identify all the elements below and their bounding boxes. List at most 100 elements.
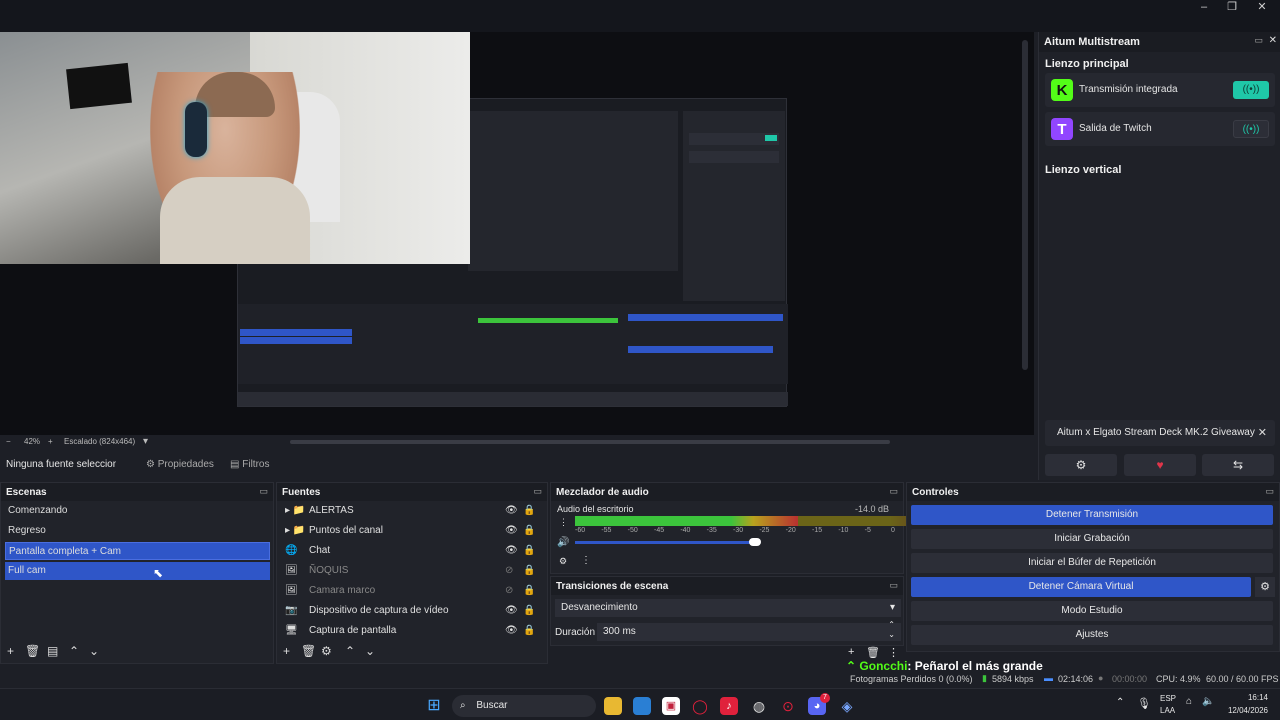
expand-icon[interactable]: ▸ 📁	[285, 521, 305, 541]
lock-icon[interactable]: 🔒	[523, 521, 535, 541]
stop-stream-button[interactable]: Detener Transmisión	[911, 505, 1273, 525]
language-top[interactable]: ESP	[1160, 694, 1176, 703]
more-icon[interactable]: ⋮	[581, 555, 591, 566]
lock-icon[interactable]: 🔒	[523, 561, 535, 581]
scale-dropdown-icon[interactable]: ▾	[143, 436, 148, 447]
close-button[interactable]: ✕	[1246, 0, 1278, 14]
stop-virtual-camera-button[interactable]: Detener Cámara Virtual	[911, 577, 1251, 597]
chevron-up-icon[interactable]: ⌃	[1116, 697, 1124, 708]
eye-hidden-icon[interactable]: ⊘	[505, 581, 513, 601]
promo-close-button[interactable]: ✕	[1258, 426, 1267, 439]
settings-button[interactable]: Ajustes	[911, 625, 1273, 645]
gear-icon[interactable]: ⚙	[559, 556, 567, 567]
scene-item-selected[interactable]: Full cam	[5, 562, 270, 580]
app-icon[interactable]: ◈	[838, 697, 856, 715]
clock-time[interactable]: 16:14	[1220, 693, 1268, 702]
trash-icon[interactable]: 🗑	[301, 644, 316, 658]
lock-icon[interactable]: 🔒	[523, 541, 535, 561]
eye-icon[interactable]: 👁	[505, 501, 518, 521]
eye-hidden-icon[interactable]: ⊘	[505, 561, 513, 581]
scene-item[interactable]: Pantalla completa + Cam	[5, 542, 270, 560]
source-row[interactable]: 🌐 Chat 👁 🔒	[281, 541, 543, 561]
preview-vertical-scrollbar[interactable]	[1022, 40, 1028, 370]
eye-icon[interactable]: 👁	[505, 521, 518, 541]
source-row[interactable]: ▸ 📁 Puntos del canal 👁 🔒	[281, 521, 543, 541]
move-down-icon[interactable]: ⌄	[89, 644, 99, 658]
undock-icon[interactable]: ▭	[1254, 35, 1263, 46]
filter-icon[interactable]: ▤	[47, 644, 58, 658]
lock-icon[interactable]: 🔒	[523, 501, 535, 521]
maximize-button[interactable]: ❐	[1216, 0, 1248, 14]
spin-icon[interactable]: ⌃ ⌄	[888, 620, 895, 640]
add-icon[interactable]: +	[7, 644, 14, 658]
volume-icon[interactable]: 🔈	[1202, 696, 1214, 707]
start-replay-buffer-button[interactable]: Iniciar el Búfer de Repetición	[911, 553, 1273, 573]
properties-button[interactable]: ⚙ Propiedades	[146, 455, 220, 475]
source-row[interactable]: ▸ 📁 ALERTAS 👁 🔒	[281, 501, 543, 521]
photos-icon[interactable]	[633, 697, 651, 715]
obs-icon[interactable]: ◍	[750, 697, 768, 715]
heart-button[interactable]: ♥	[1124, 454, 1196, 476]
trash-icon[interactable]: 🗑	[25, 644, 40, 658]
volume-slider-track[interactable]	[575, 541, 755, 544]
filters-button[interactable]: ▤ Filtros	[230, 455, 280, 475]
tiktok-icon[interactable]: ♪	[720, 697, 738, 715]
speaker-icon[interactable]: 🔊	[557, 537, 569, 548]
source-row[interactable]: 📷 Dispositivo de captura de vídeo 👁 🔒	[281, 601, 543, 621]
move-up-icon[interactable]: ⌃	[69, 644, 79, 658]
microphone-icon[interactable]: 🎙	[1137, 697, 1151, 710]
move-up-icon[interactable]: ⌃	[345, 644, 355, 658]
horizontal-scrollbar[interactable]	[290, 440, 890, 444]
network-icon[interactable]: ⌂	[1186, 696, 1192, 707]
undock-icon[interactable]: ▭	[889, 580, 898, 591]
file-explorer-icon[interactable]	[604, 697, 622, 715]
search-box[interactable]: ⌕ Buscar	[452, 695, 596, 717]
volume-meter-fill	[575, 516, 798, 526]
eye-icon[interactable]: 👁	[505, 621, 518, 641]
opera-icon[interactable]: ◯	[691, 697, 709, 715]
scene-item[interactable]: Comenzando	[5, 502, 270, 520]
scene-item[interactable]: Regreso	[5, 522, 270, 540]
windows-start-icon[interactable]: ⊞	[425, 697, 443, 715]
add-icon[interactable]: +	[848, 646, 854, 658]
lock-icon[interactable]: 🔒	[523, 621, 535, 641]
zoom-out-button[interactable]: −	[6, 437, 11, 446]
eye-icon[interactable]: 👁	[505, 541, 518, 561]
broadcast-toggle-button[interactable]: ((•))	[1233, 120, 1269, 138]
record-app-icon[interactable]: ⊙	[779, 697, 797, 715]
broadcast-toggle-button[interactable]: ((•))	[1233, 81, 1269, 99]
virtual-camera-settings-icon[interactable]: ⚙	[1255, 577, 1275, 597]
start-recording-button[interactable]: Iniciar Grabación	[911, 529, 1273, 549]
clock-date[interactable]: 12/04/2026	[1220, 706, 1268, 715]
settings-button[interactable]: ⚙	[1045, 454, 1117, 476]
undock-icon[interactable]: ▭	[1265, 486, 1274, 497]
channel-menu-icon[interactable]: ⋮	[559, 517, 568, 528]
gear-icon[interactable]: ⚙	[321, 644, 332, 658]
source-label: ÑOQUIS	[309, 565, 349, 576]
source-row[interactable]: 🖼 ÑOQUIS ⊘ 🔒	[281, 561, 543, 581]
promo-banner[interactable]: Aitum x Elgato Stream Deck MK.2 Giveaway…	[1045, 420, 1275, 446]
link-button[interactable]: ⇆	[1202, 454, 1274, 476]
undock-icon[interactable]: ▭	[259, 486, 268, 497]
capture-app-icon[interactable]: ▣	[662, 697, 680, 715]
preview-canvas[interactable]	[0, 32, 1034, 435]
close-icon[interactable]: ✕	[1269, 35, 1277, 46]
source-row[interactable]: 🖥 Captura de pantalla 👁 🔒	[281, 621, 543, 641]
more-icon[interactable]: ⋮	[888, 646, 899, 659]
source-row[interactable]: 🖼 Camara marco ⊘ 🔒	[281, 581, 543, 601]
duration-input[interactable]: 300 ms ⌃ ⌄	[597, 620, 901, 641]
language-bottom[interactable]: LAA	[1160, 706, 1175, 715]
volume-slider-handle[interactable]	[749, 538, 761, 546]
lock-icon[interactable]: 🔒	[523, 581, 535, 601]
zoom-in-button[interactable]: +	[48, 437, 53, 446]
add-icon[interactable]: +	[283, 644, 290, 658]
expand-icon[interactable]: ▸ 📁	[285, 501, 305, 521]
trash-icon[interactable]: 🗑	[866, 646, 880, 659]
undock-icon[interactable]: ▭	[533, 486, 542, 497]
studio-mode-button[interactable]: Modo Estudio	[911, 601, 1273, 621]
eye-icon[interactable]: 👁	[505, 601, 518, 621]
move-down-icon[interactable]: ⌄	[365, 644, 375, 658]
transition-select[interactable]: Desvanecimiento ▾	[555, 599, 901, 617]
lock-icon[interactable]: 🔒	[523, 601, 535, 621]
undock-icon[interactable]: ▭	[889, 486, 898, 497]
